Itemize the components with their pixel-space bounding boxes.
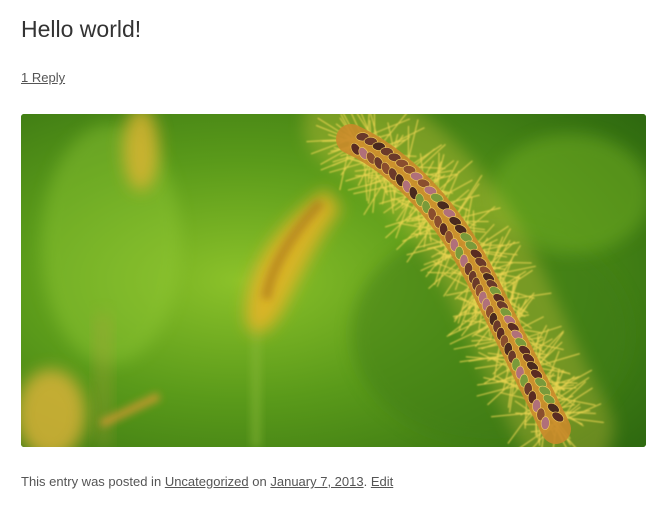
post: Hello world! 1 Reply This entry was post… xyxy=(0,0,666,514)
date-link[interactable]: January 7, 2013 xyxy=(270,474,363,489)
meta-on: on xyxy=(252,474,267,489)
entry-meta: This entry was posted in Uncategorized o… xyxy=(21,474,393,490)
category-link[interactable]: Uncategorized xyxy=(165,474,249,489)
foxtail-grass-photo xyxy=(21,114,646,447)
reply-link[interactable]: 1 Reply xyxy=(21,70,65,86)
meta-prefix: This entry was posted in xyxy=(21,474,162,489)
edit-link[interactable]: Edit xyxy=(371,474,393,489)
post-title[interactable]: Hello world! xyxy=(21,14,141,44)
meta-separator: . xyxy=(363,474,368,489)
featured-image xyxy=(21,114,646,447)
